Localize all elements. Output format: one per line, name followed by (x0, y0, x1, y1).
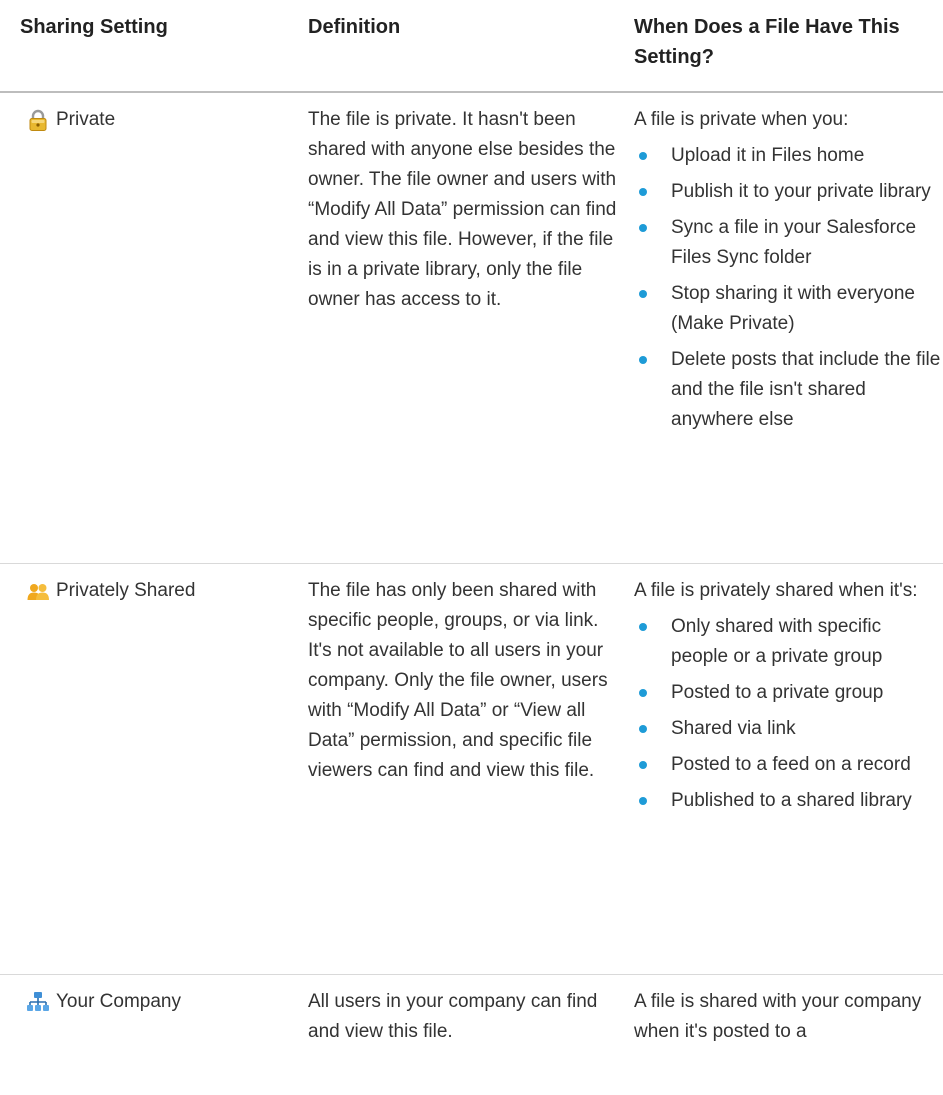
setting-cell: Private (0, 93, 298, 563)
list-item: Shared via link (634, 714, 943, 744)
table-row: Private The file is private. It hasn't b… (0, 93, 943, 564)
definition-cell: All users in your company can find and v… (308, 991, 598, 1042)
table-row: Privately Shared The file has only been … (0, 564, 943, 975)
list-item: Upload it in Files home (634, 141, 943, 171)
list-item: Posted to a private group (634, 678, 943, 708)
header-sharing-setting: Sharing Setting (20, 16, 168, 38)
company-hierarchy-icon (27, 992, 49, 1011)
setting-cell: Your Company (0, 975, 298, 1095)
sharing-settings-table: Sharing Setting Definition When Does a F… (0, 0, 943, 1095)
setting-label: Your Company (56, 991, 181, 1012)
when-cell: A file is shared with your company when … (634, 975, 943, 1095)
when-bullet-list: Upload it in Files home Publish it to yo… (634, 141, 943, 435)
header-when: When Does a File Have This Setting? (634, 16, 900, 68)
list-item: Delete posts that include the file and t… (634, 345, 943, 435)
when-bullet-list: Only shared with specific people or a pr… (634, 612, 943, 816)
list-item: Publish it to your private library (634, 177, 943, 207)
when-cell: A file is privately shared when it's: On… (634, 564, 943, 974)
definition-cell: The file has only been shared with speci… (308, 580, 608, 781)
list-item: Sync a file in your Salesforce Files Syn… (634, 213, 943, 273)
list-item: Stop sharing it with everyone (Make Priv… (634, 279, 943, 339)
definition-cell: The file is private. It hasn't been shar… (308, 109, 617, 310)
setting-cell: Privately Shared (0, 564, 298, 974)
when-intro: A file is privately shared when it's: (634, 580, 918, 601)
header-definition: Definition (308, 16, 401, 38)
people-icon (27, 584, 49, 600)
setting-label: Private (56, 109, 116, 130)
when-intro: A file is private when you: (634, 109, 849, 130)
list-item: Published to a shared library (634, 786, 943, 816)
table-header-row: Sharing Setting Definition When Does a F… (0, 0, 943, 93)
when-intro: A file is shared with your company when … (634, 991, 922, 1042)
table-row: Your Company All users in your company c… (0, 975, 943, 1095)
lock-icon (29, 109, 47, 131)
list-item: Only shared with specific people or a pr… (634, 612, 943, 672)
list-item: Posted to a feed on a record (634, 750, 943, 780)
when-cell: A file is private when you: Upload it in… (634, 93, 943, 563)
setting-label: Privately Shared (56, 580, 196, 601)
